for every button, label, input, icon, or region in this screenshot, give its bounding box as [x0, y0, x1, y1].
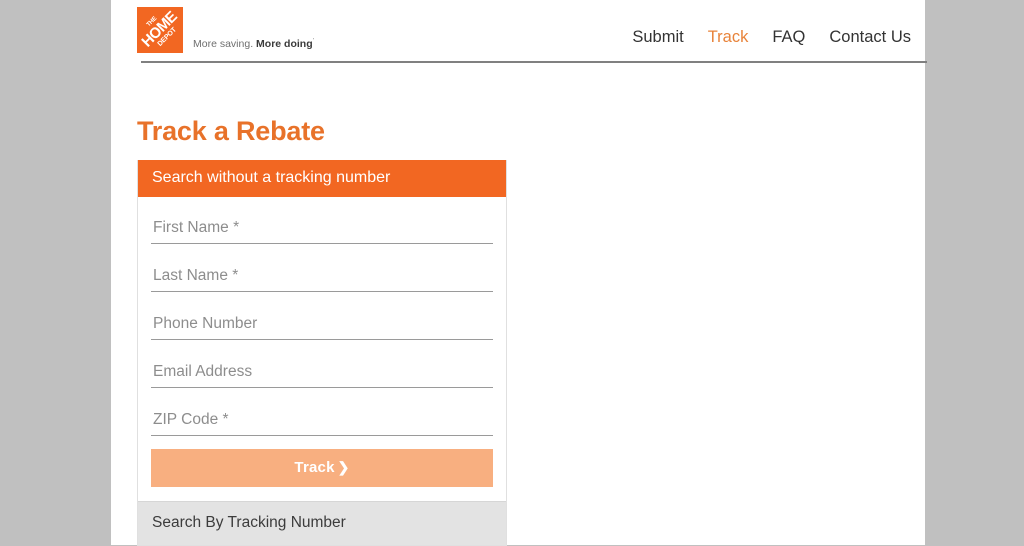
page-title: Track a Rebate: [137, 116, 325, 147]
page-root: THE HOME DEPOT More saving. More doing’ …: [0, 0, 1024, 546]
field-first-name: [151, 209, 493, 244]
tagline-mark: ’: [312, 38, 314, 45]
nav-item-faq[interactable]: FAQ: [772, 28, 805, 47]
track-form: Track❯: [138, 197, 506, 501]
email-address-input[interactable]: [153, 363, 491, 381]
accordion-search-by-tracking-number[interactable]: Search By Tracking Number: [138, 501, 506, 545]
nav-item-submit[interactable]: Submit: [632, 28, 683, 47]
tagline-plain: More saving.: [193, 38, 254, 50]
site-header: THE HOME DEPOT More saving. More doing’ …: [126, 0, 927, 63]
page-canvas: THE HOME DEPOT More saving. More doing’ …: [111, 0, 927, 546]
nav-item-contact-us[interactable]: Contact Us: [829, 28, 911, 47]
logo-wordmark: THE HOME DEPOT: [137, 7, 183, 53]
card-header-search-without-tracking-number[interactable]: Search without a tracking number: [138, 160, 506, 197]
phone-number-input[interactable]: [153, 315, 491, 333]
field-email-address: [151, 353, 493, 388]
track-submit-label: Track: [294, 459, 335, 476]
field-phone-number: [151, 305, 493, 340]
track-rebate-card: Search without a tracking number First N…: [137, 160, 507, 546]
tagline-bold: More doing: [256, 38, 313, 50]
brand-logo[interactable]: THE HOME DEPOT More saving. More doing’: [137, 7, 314, 53]
field-last-name: [151, 257, 493, 292]
zip-code-input[interactable]: [153, 411, 491, 429]
first-name-input[interactable]: [153, 219, 491, 237]
chevron-right-icon: ❯: [337, 459, 350, 475]
home-depot-logo-icon: THE HOME DEPOT: [137, 7, 183, 53]
track-submit-button[interactable]: Track ❯: [151, 449, 493, 487]
field-zip-code: [151, 401, 493, 436]
nav-item-track[interactable]: Track: [708, 28, 749, 47]
last-name-input[interactable]: [153, 267, 491, 285]
brand-tagline: More saving. More doing’: [193, 38, 314, 50]
main-nav: Submit Track FAQ Contact Us: [632, 28, 911, 47]
header-divider: [141, 61, 927, 63]
